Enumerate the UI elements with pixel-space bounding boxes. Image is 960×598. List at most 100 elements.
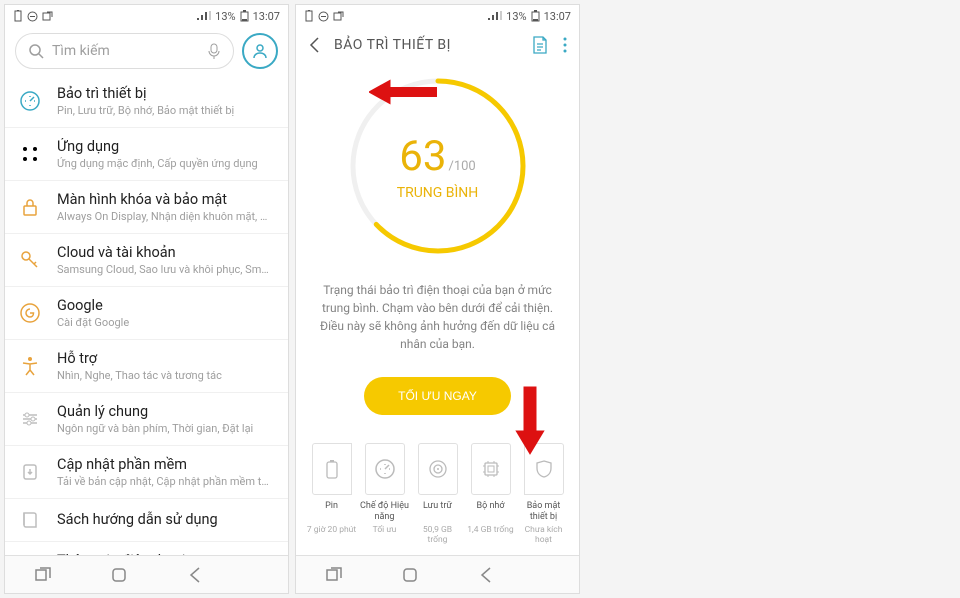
setting-subtitle: Ngôn ngữ và bàn phím, Thời gian, Đặt lại (57, 422, 272, 435)
setting-item-update[interactable]: Cập nhật phần mềm Tải về bản cập nhật, C… (5, 446, 288, 499)
metric-sub: 7 giờ 20 phút (306, 525, 357, 535)
signal-icon (197, 11, 211, 21)
search-box[interactable]: Tìm kiếm (15, 33, 234, 69)
profile-button[interactable] (242, 33, 278, 69)
battery-percent: 13% (215, 10, 235, 23)
accessibility-icon (19, 355, 41, 377)
setting-item-book[interactable]: Sách hướng dẫn sử dụng (5, 499, 288, 542)
metric-label: Pin (306, 501, 357, 523)
metric-sub: 1,4 GB trống (465, 525, 516, 535)
setting-title: Ứng dụng (57, 138, 272, 155)
page-header: BẢO TRÌ THIẾT BỊ (296, 27, 579, 63)
external-icon (333, 11, 344, 22)
setting-title: Bảo trì thiết bị (57, 85, 272, 102)
do-not-disturb-icon (27, 11, 38, 22)
score-label: TRUNG BÌNH (397, 185, 479, 201)
setting-subtitle: Ứng dụng mặc định, Cấp quyền ứng dụng (57, 157, 272, 170)
back-icon[interactable] (308, 36, 320, 54)
metric-target[interactable]: Lưu trữ 50,9 GB trống (412, 443, 463, 545)
back-button[interactable] (476, 564, 498, 586)
gauge-icon (365, 443, 405, 495)
setting-title: Google (57, 297, 272, 314)
search-placeholder: Tìm kiếm (52, 43, 199, 59)
metric-gauge[interactable]: Chế độ Hiệu năng Tối ưu (359, 443, 410, 545)
setting-subtitle: Pin, Lưu trữ, Bộ nhớ, Bảo mật thiết bị (57, 104, 272, 117)
gauge-icon (19, 90, 41, 112)
setting-item-lock[interactable]: Màn hình khóa và bảo mật Always On Displ… (5, 181, 288, 234)
lock-icon (19, 196, 41, 218)
signal-icon (488, 11, 502, 21)
back-button[interactable] (185, 564, 207, 586)
nav-bar (296, 555, 579, 593)
target-icon (418, 443, 458, 495)
setting-subtitle: Cài đặt Google (57, 316, 272, 329)
external-icon (42, 11, 53, 22)
setting-item-gauge[interactable]: Bảo trì thiết bị Pin, Lưu trữ, Bộ nhớ, B… (5, 75, 288, 128)
phone-settings: 13% 13:07 Tìm kiếm Bảo trì thiết bị Pin,… (4, 4, 289, 594)
search-wrap: Tìm kiếm (5, 27, 288, 75)
optimize-button[interactable]: TỐI ƯU NGAY (364, 377, 511, 415)
sliders-icon (19, 408, 41, 430)
setting-title: Sách hướng dẫn sử dụng (57, 511, 272, 528)
setting-title: Hỗ trợ (57, 350, 272, 367)
status-bar: 13% 13:07 (5, 5, 288, 27)
recent-button[interactable] (323, 564, 345, 586)
document-icon[interactable] (531, 35, 549, 55)
status-time: 13:07 (253, 10, 280, 23)
metric-chip[interactable]: Bộ nhớ 1,4 GB trống (465, 443, 516, 545)
phone-maintenance: 13% 13:07 BẢO TRÌ THIẾT BỊ 63 /100 (295, 4, 580, 594)
metric-label: Chế độ Hiệu năng (359, 501, 410, 523)
setting-subtitle: Samsung Cloud, Sao lưu và khôi phục, Sma… (57, 263, 272, 276)
setting-subtitle: Tải về bản cập nhật, Cập nhật phần mềm t… (57, 475, 272, 488)
metric-shield[interactable]: Bảo mật thiết bị Chưa kích hoạt (518, 443, 569, 545)
setting-title: Cloud và tài khoản (57, 244, 272, 261)
score-value: 63 (399, 132, 446, 181)
score-max: /100 (448, 159, 475, 174)
metric-sub: Tối ưu (359, 525, 410, 535)
battery-percent: 13% (506, 10, 526, 23)
home-button[interactable] (108, 564, 130, 586)
battery-status-icon (240, 10, 249, 22)
shield-icon (524, 443, 564, 495)
page-title: BẢO TRÌ THIẾT BỊ (334, 37, 517, 53)
score-ring-wrap: 63 /100 TRUNG BÌNH (296, 63, 579, 261)
battery-status-icon (531, 10, 540, 22)
battery-icon (13, 10, 23, 22)
metric-sub: Chưa kích hoạt (518, 525, 569, 545)
metric-label: Lưu trữ (412, 501, 463, 523)
setting-title: Quản lý chung (57, 403, 272, 420)
recent-button[interactable] (32, 564, 54, 586)
battery-icon (304, 10, 314, 22)
do-not-disturb-icon (318, 11, 329, 22)
grid-icon (19, 143, 41, 165)
search-icon (28, 43, 44, 59)
metric-battery[interactable]: Pin 7 giờ 20 phút (306, 443, 357, 545)
setting-item-accessibility[interactable]: Hỗ trợ Nhìn, Nghe, Thao tác và tương tác (5, 340, 288, 393)
mic-icon[interactable] (207, 43, 221, 59)
nav-bar (5, 555, 288, 593)
update-icon (19, 461, 41, 483)
setting-item-google[interactable]: Google Cài đặt Google (5, 287, 288, 340)
setting-item-grid[interactable]: Ứng dụng Ứng dụng mặc định, Cấp quyền ứn… (5, 128, 288, 181)
setting-subtitle: Always On Display, Nhận diện khuôn mặt, … (57, 210, 272, 223)
google-icon (19, 302, 41, 324)
settings-list[interactable]: Bảo trì thiết bị Pin, Lưu trữ, Bộ nhớ, B… (5, 75, 288, 579)
setting-subtitle: Nhìn, Nghe, Thao tác và tương tác (57, 369, 272, 382)
battery-icon (312, 443, 352, 495)
setting-title: Màn hình khóa và bảo mật (57, 191, 272, 208)
setting-item-key[interactable]: Cloud và tài khoản Samsung Cloud, Sao lư… (5, 234, 288, 287)
score-ring: 63 /100 TRUNG BÌNH (343, 71, 533, 261)
person-icon (251, 42, 269, 60)
home-button[interactable] (399, 564, 421, 586)
metric-label: Bộ nhớ (465, 501, 516, 523)
status-time: 13:07 (544, 10, 571, 23)
key-icon (19, 249, 41, 271)
metric-label: Bảo mật thiết bị (518, 501, 569, 523)
more-icon[interactable] (563, 36, 567, 54)
description-text: Trạng thái bảo trì điện thoại của bạn ở … (296, 261, 579, 367)
status-bar: 13% 13:07 (296, 5, 579, 27)
metrics-row: Pin 7 giờ 20 phút Chế độ Hiệu năng Tối ư… (296, 425, 579, 551)
setting-title: Cập nhật phần mềm (57, 456, 272, 473)
setting-item-sliders[interactable]: Quản lý chung Ngôn ngữ và bàn phím, Thời… (5, 393, 288, 446)
metric-sub: 50,9 GB trống (412, 525, 463, 545)
